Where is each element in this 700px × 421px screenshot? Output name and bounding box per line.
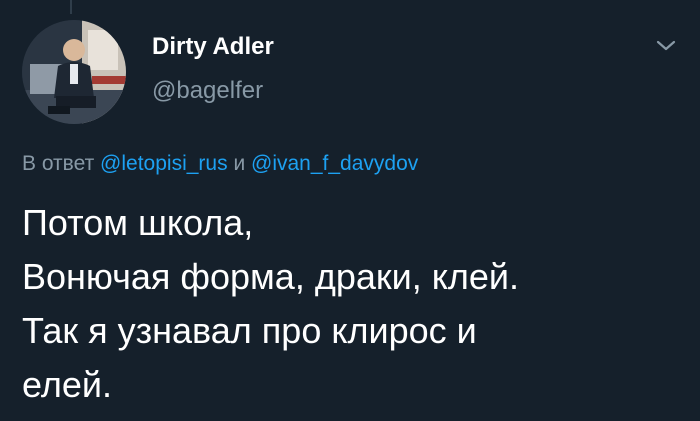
tweet-text-line: Так я узнавал про клирос и [22,310,477,351]
display-name[interactable]: Dirty Adler [152,32,274,62]
reply-prefix: В ответ [22,152,95,175]
avatar-photo [22,20,126,124]
tweet-text-line: елей. [22,364,112,405]
thread-connector-line [70,0,72,14]
tweet-text-line: Потом школа, [22,202,254,243]
user-handle[interactable]: @bagelfer [152,76,274,106]
chevron-down-icon[interactable] [652,36,680,56]
reply-conjunction: и [233,152,246,175]
tweet-text-line: Вонючая форма, драки, клей. [22,256,520,297]
reply-context: В ответ @letopisi_rus и @ivan_f_davydov [22,150,418,178]
mention-link-2[interactable]: @ivan_f_davydov [251,152,418,175]
tweet-body: Потом школа, Вонючая форма, драки, клей.… [22,196,682,412]
avatar[interactable] [22,20,126,124]
tweet-card: Dirty Adler @bagelfer В ответ @letopisi_… [0,0,700,421]
mention-link-1[interactable]: @letopisi_rus [100,152,228,175]
user-header: Dirty Adler @bagelfer [152,32,274,106]
